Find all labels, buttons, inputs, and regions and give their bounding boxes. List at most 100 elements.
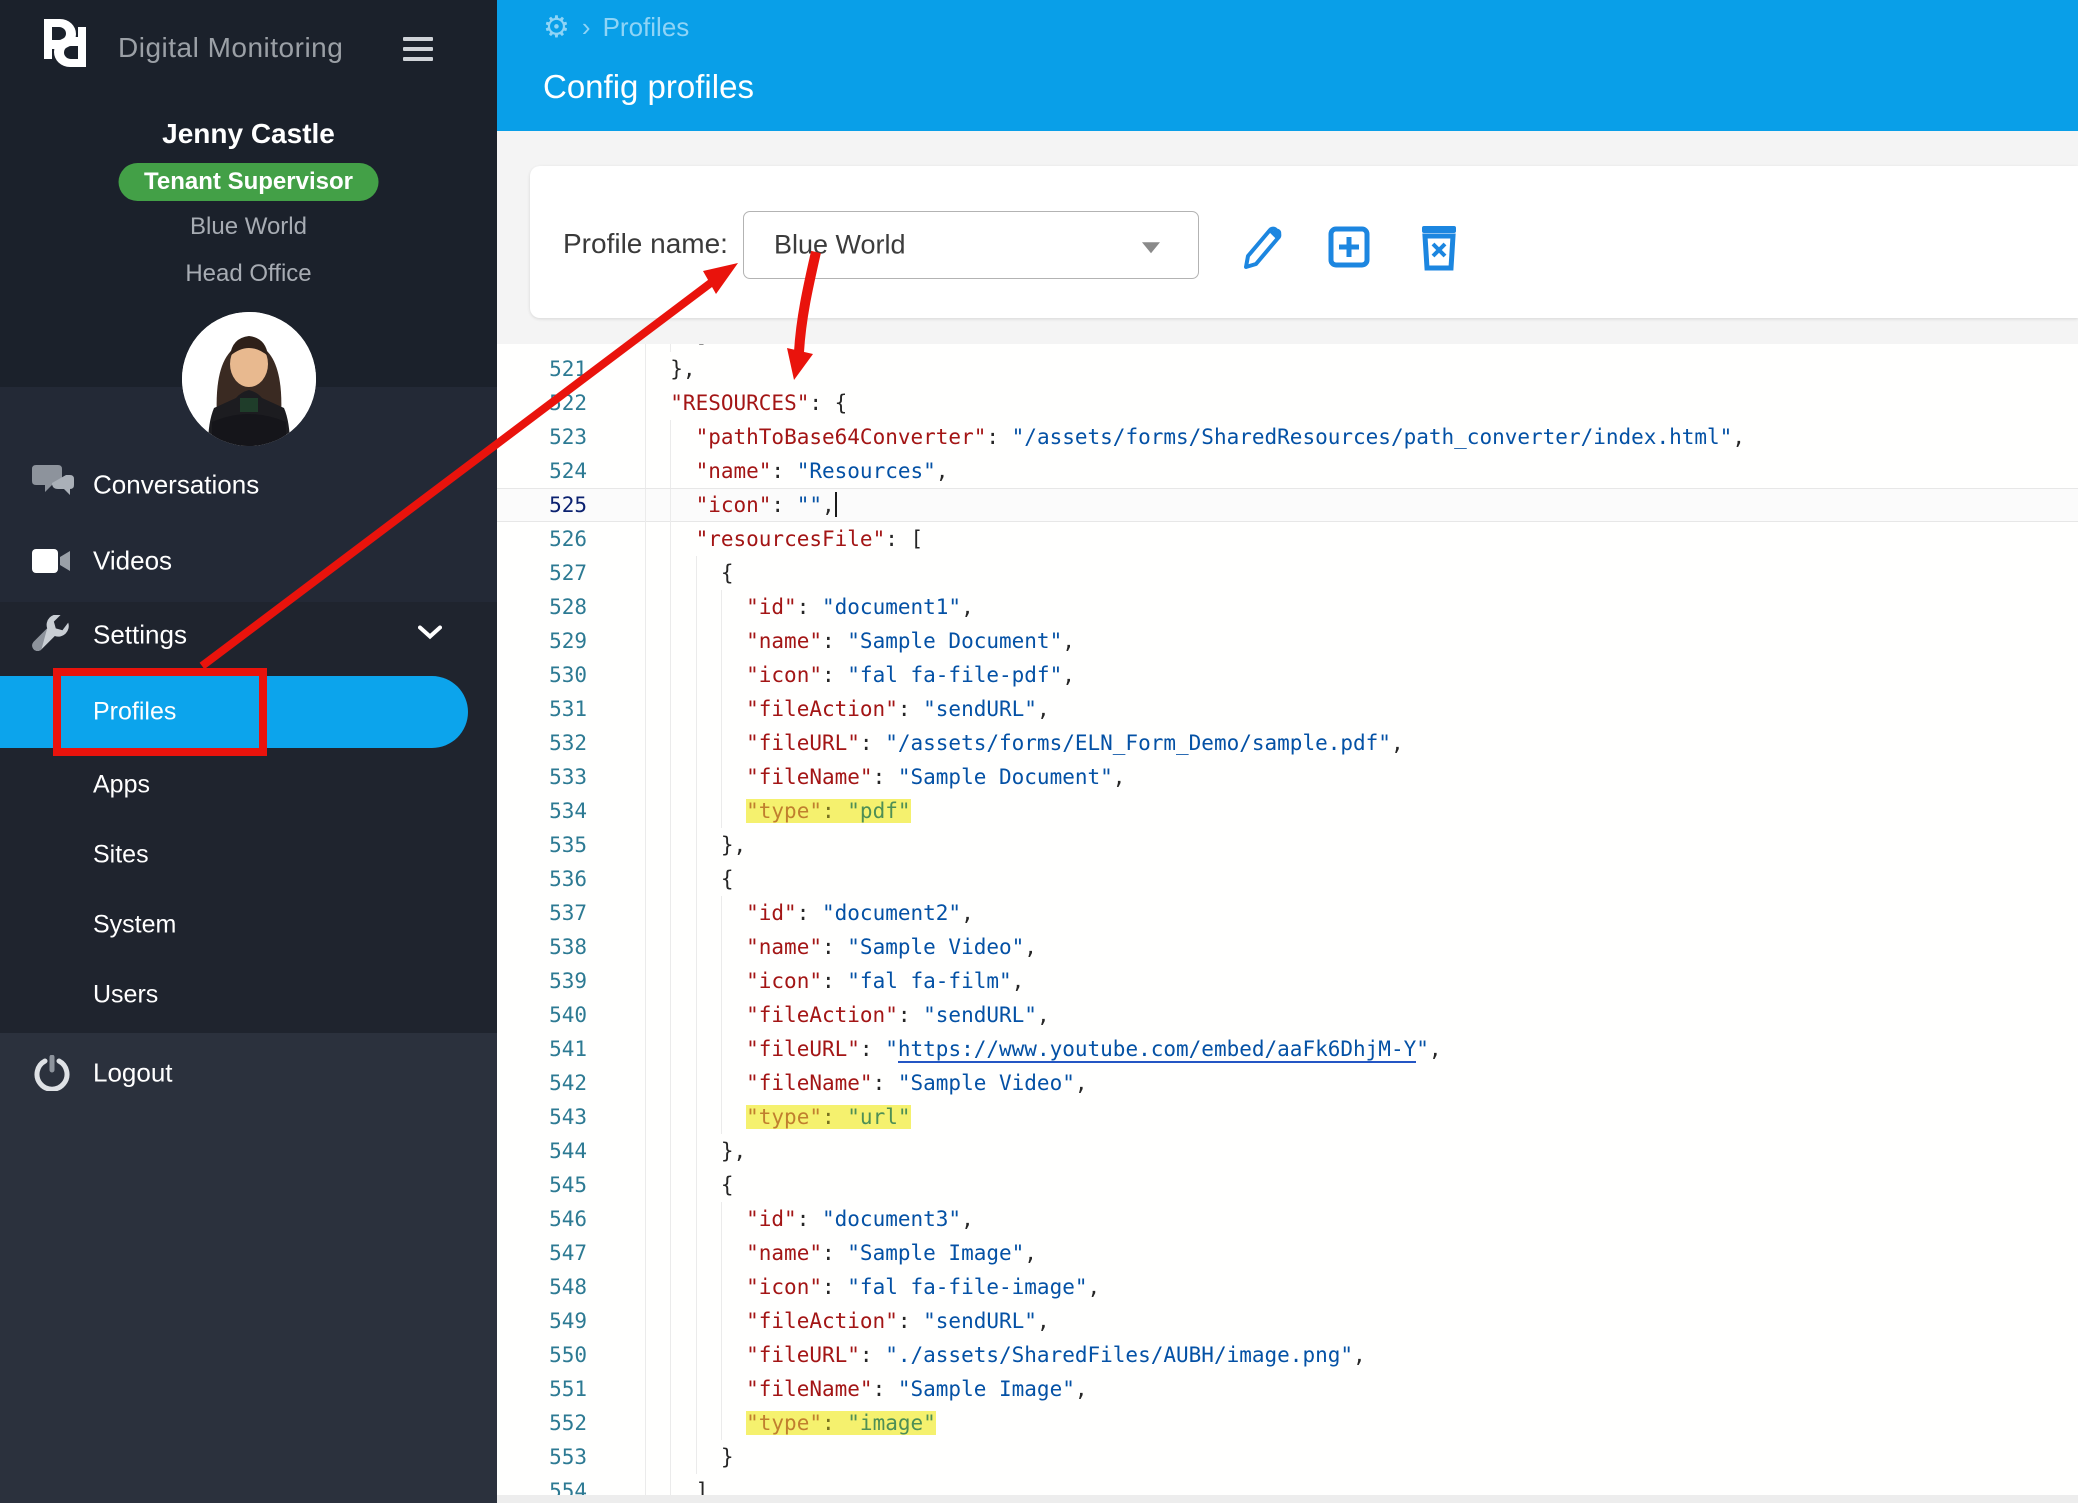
indent-guide bbox=[645, 420, 670, 454]
indent-guide bbox=[645, 352, 670, 386]
indent-guide bbox=[670, 420, 695, 454]
code-token: , bbox=[1391, 731, 1404, 755]
code-line[interactable]: 534"type": "pdf" bbox=[497, 794, 2078, 828]
indent-guide bbox=[645, 522, 670, 556]
indent-guide bbox=[721, 590, 746, 624]
code-line[interactable]: 526"resourcesFile": [ bbox=[497, 522, 2078, 556]
indent-guide bbox=[670, 1066, 695, 1100]
config-json-editor[interactable]: 520]521},522"RESOURCES": {523"pathToBase… bbox=[497, 344, 2078, 1503]
code-line[interactable]: 532"fileURL": "/assets/forms/ELN_Form_De… bbox=[497, 726, 2078, 760]
gear-icon[interactable]: ⚙ bbox=[543, 13, 570, 43]
code-token: { bbox=[721, 1173, 734, 1197]
code-line[interactable]: 551"fileName": "Sample Image", bbox=[497, 1372, 2078, 1406]
code-token: , bbox=[1037, 1309, 1050, 1333]
code-token: "resourcesFile" bbox=[696, 527, 886, 551]
code-token: : bbox=[822, 1411, 847, 1435]
sidebar-item-videos[interactable]: Videos bbox=[0, 528, 497, 594]
code-line[interactable]: 536{ bbox=[497, 862, 2078, 896]
code-line[interactable]: 541"fileURL": "https://www.youtube.com/e… bbox=[497, 1032, 2078, 1066]
line-number: 549 bbox=[497, 1304, 610, 1338]
breadcrumb-item-profiles[interactable]: Profiles bbox=[603, 12, 690, 43]
code-line[interactable]: 544}, bbox=[497, 1134, 2078, 1168]
code-line[interactable]: 548"icon": "fal fa-file-image", bbox=[497, 1270, 2078, 1304]
code-line[interactable]: 523"pathToBase64Converter": "/assets/for… bbox=[497, 420, 2078, 454]
code-line[interactable]: 522"RESOURCES": { bbox=[497, 386, 2078, 420]
edit-profile-button[interactable] bbox=[1238, 222, 1284, 272]
code-line[interactable]: 524"name": "Resources", bbox=[497, 454, 2078, 488]
indent-guide bbox=[645, 454, 670, 488]
sidebar-item-profiles[interactable]: Profiles bbox=[0, 676, 468, 748]
sidebar-item-system[interactable]: System bbox=[0, 892, 497, 958]
code-token: , bbox=[1024, 935, 1037, 959]
add-profile-button[interactable] bbox=[1326, 222, 1372, 272]
code-line[interactable]: 531"fileAction": "sendURL", bbox=[497, 692, 2078, 726]
code-line[interactable]: 540"fileAction": "sendURL", bbox=[497, 998, 2078, 1032]
sidebar-item-settings[interactable]: Settings bbox=[0, 602, 497, 668]
indent-guide bbox=[721, 624, 746, 658]
line-number: 535 bbox=[497, 828, 610, 862]
code-token: : bbox=[873, 1071, 898, 1095]
line-number: 551 bbox=[497, 1372, 610, 1406]
indent-guide bbox=[696, 658, 721, 692]
code-token: : bbox=[822, 935, 847, 959]
indent-guide bbox=[670, 862, 695, 896]
code-token: : bbox=[898, 697, 923, 721]
avatar[interactable] bbox=[182, 312, 316, 446]
code-line[interactable]: 553} bbox=[497, 1440, 2078, 1474]
code-line[interactable]: 527{ bbox=[497, 556, 2078, 590]
code-line[interactable]: 529"name": "Sample Document", bbox=[497, 624, 2078, 658]
profile-select[interactable]: Blue World bbox=[743, 211, 1199, 279]
code-line[interactable]: 539"icon": "fal fa-film", bbox=[497, 964, 2078, 998]
code-line[interactable]: 552"type": "image" bbox=[497, 1406, 2078, 1440]
code-line[interactable]: 545{ bbox=[497, 1168, 2078, 1202]
code-line[interactable]: 535}, bbox=[497, 828, 2078, 862]
code-token: : bbox=[822, 629, 847, 653]
indent-guide bbox=[670, 794, 695, 828]
indent-guide bbox=[721, 964, 746, 998]
code-line[interactable]: 543"type": "url" bbox=[497, 1100, 2078, 1134]
code-line[interactable]: 528"id": "document1", bbox=[497, 590, 2078, 624]
code-token: : bbox=[986, 425, 1011, 449]
code-line[interactable]: 546"id": "document3", bbox=[497, 1202, 2078, 1236]
breadcrumb-separator: › bbox=[582, 12, 591, 43]
code-line[interactable]: 550"fileURL": "./assets/SharedFiles/AUBH… bbox=[497, 1338, 2078, 1372]
indent-guide bbox=[645, 1032, 670, 1066]
code-token: "document1" bbox=[822, 595, 961, 619]
indent-guide bbox=[645, 794, 670, 828]
indent-guide bbox=[696, 1100, 721, 1134]
indent-guide bbox=[721, 1236, 746, 1270]
delete-profile-button[interactable] bbox=[1416, 222, 1462, 272]
sidebar: Digital Monitoring Jenny Castle Tenant S… bbox=[0, 0, 497, 1503]
code-line[interactable]: 525"icon": "", bbox=[497, 488, 2078, 522]
code-line[interactable]: 537"id": "document2", bbox=[497, 896, 2078, 930]
code-token: https://www.youtube.com/embed/aaFk6DhjM-… bbox=[898, 1037, 1416, 1063]
horizontal-scrollbar[interactable] bbox=[497, 1495, 2078, 1503]
indent-guide bbox=[696, 1066, 721, 1100]
code-line[interactable]: 542"fileName": "Sample Video", bbox=[497, 1066, 2078, 1100]
indent-guide bbox=[721, 930, 746, 964]
indent-guide bbox=[721, 1406, 746, 1440]
indent-guide bbox=[645, 1100, 670, 1134]
sidebar-item-sites[interactable]: Sites bbox=[0, 822, 497, 888]
sidebar-item-conversations[interactable]: Conversations bbox=[0, 452, 497, 518]
code-line[interactable]: 521}, bbox=[497, 352, 2078, 386]
hamburger-menu-icon[interactable] bbox=[403, 37, 433, 63]
code-line[interactable]: 533"fileName": "Sample Document", bbox=[497, 760, 2078, 794]
code-line[interactable]: 538"name": "Sample Video", bbox=[497, 930, 2078, 964]
code-token: "icon" bbox=[746, 1275, 822, 1299]
code-line[interactable]: 520] bbox=[497, 344, 2078, 352]
code-token: "fal fa-film" bbox=[847, 969, 1011, 993]
code-token: "RESOURCES" bbox=[670, 391, 809, 415]
sidebar-item-logout[interactable]: Logout bbox=[0, 1040, 497, 1106]
code-line[interactable]: 549"fileAction": "sendURL", bbox=[497, 1304, 2078, 1338]
app-logo-icon[interactable] bbox=[36, 13, 94, 73]
sidebar-item-users[interactable]: Users bbox=[0, 962, 497, 1028]
code-token: "icon" bbox=[746, 969, 822, 993]
code-line[interactable]: 530"icon": "fal fa-file-pdf", bbox=[497, 658, 2078, 692]
indent-guide bbox=[645, 862, 670, 896]
indent-guide bbox=[645, 1304, 670, 1338]
code-line[interactable]: 547"name": "Sample Image", bbox=[497, 1236, 2078, 1270]
code-token: , bbox=[1088, 1275, 1101, 1299]
sidebar-item-apps[interactable]: Apps bbox=[0, 752, 497, 818]
video-camera-icon bbox=[30, 541, 74, 581]
